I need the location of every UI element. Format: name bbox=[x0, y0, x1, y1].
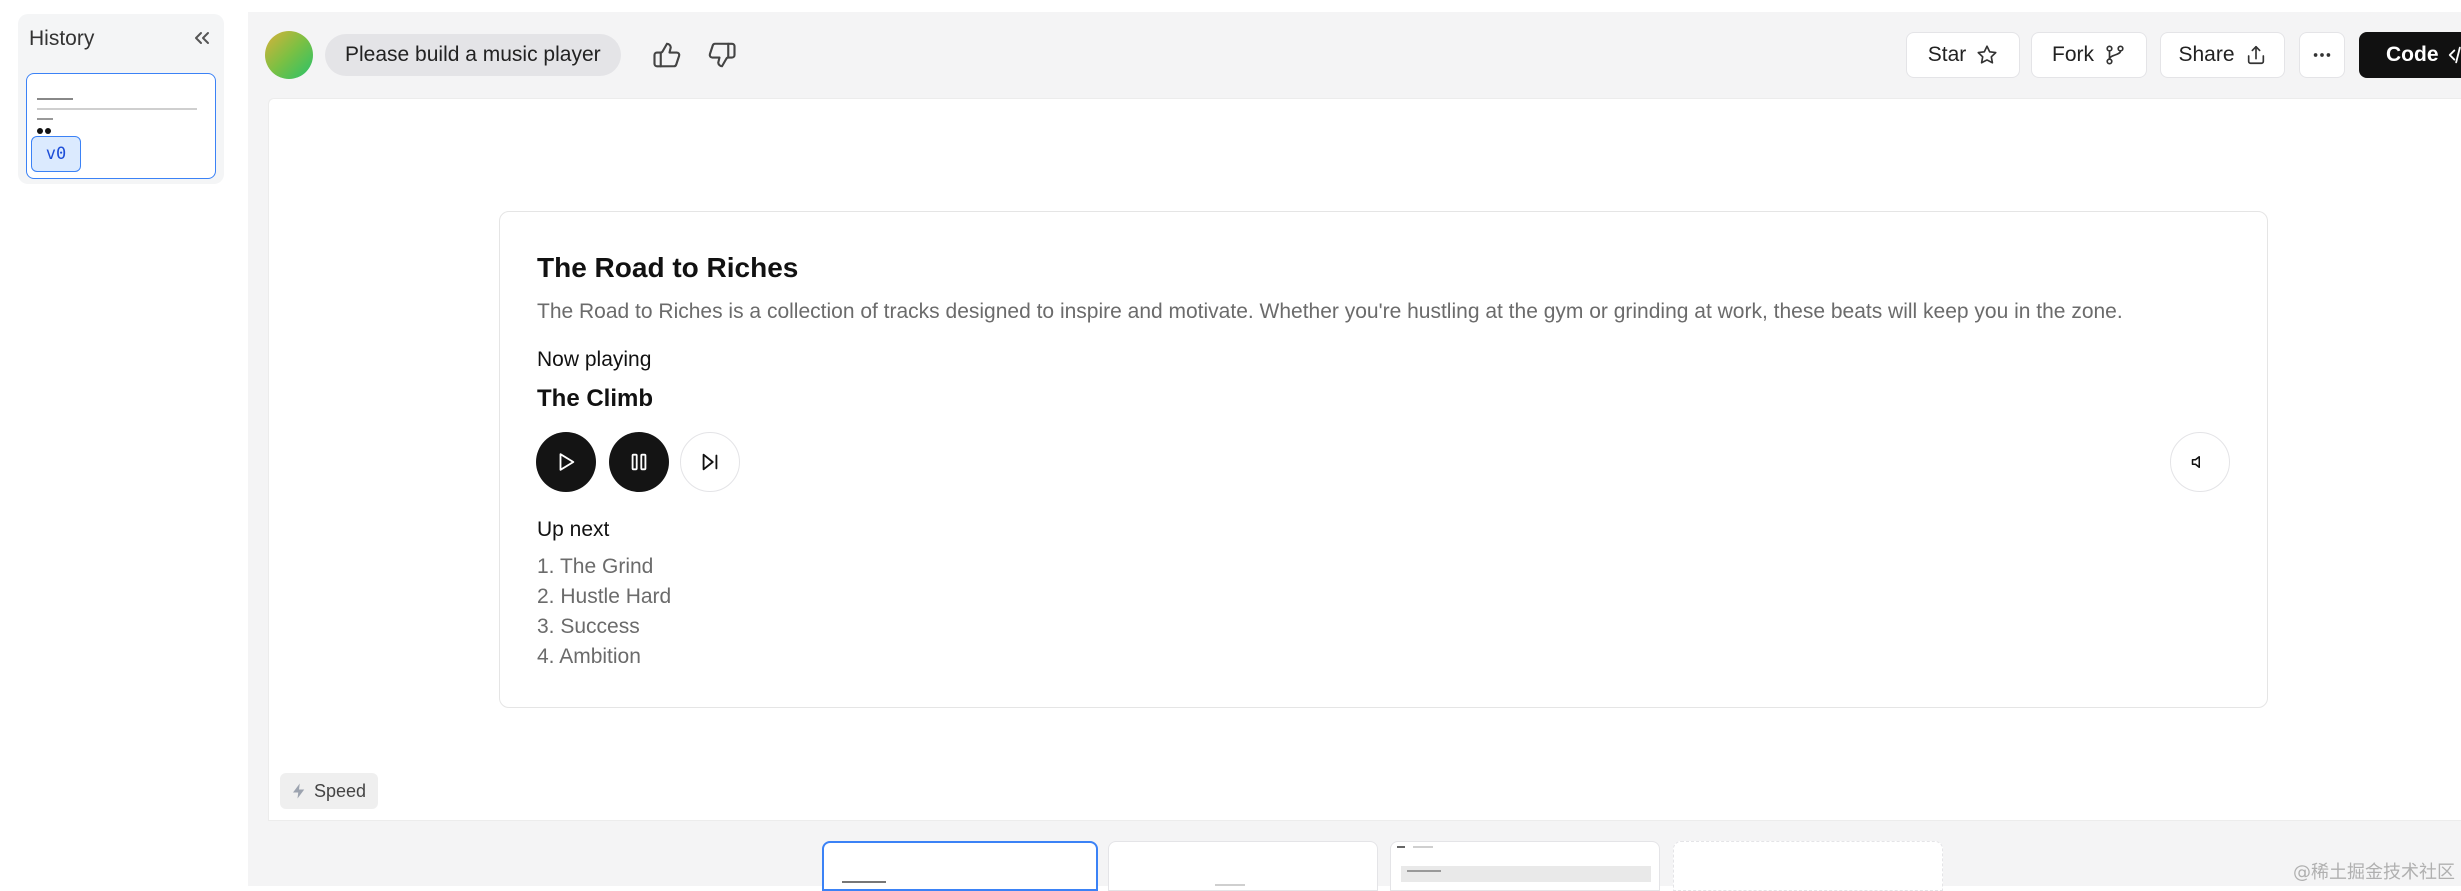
skip-forward-button[interactable] bbox=[680, 432, 740, 492]
star-label: Star bbox=[1928, 43, 1967, 67]
up-next-list: 1. The Grind 2. Hustle Hard 3. Success 4… bbox=[537, 552, 671, 672]
current-track-title: The Climb bbox=[537, 385, 653, 413]
speed-label: Speed bbox=[314, 781, 366, 802]
star-button[interactable]: Star bbox=[1906, 32, 2020, 78]
version-badge[interactable]: v0 bbox=[31, 136, 81, 172]
volume-icon bbox=[2191, 453, 2209, 471]
code-label: Code bbox=[2386, 43, 2439, 67]
avatar[interactable] bbox=[265, 31, 313, 79]
history-title: History bbox=[29, 27, 94, 51]
album-description: The Road to Riches is a collection of tr… bbox=[537, 300, 2123, 324]
preview-thumbnail[interactable] bbox=[1673, 841, 1943, 891]
volume-button[interactable] bbox=[2170, 432, 2230, 492]
music-player-card bbox=[499, 211, 2268, 708]
preview-thumbnail[interactable] bbox=[822, 841, 1098, 891]
queue-item[interactable]: 2. Hustle Hard bbox=[537, 582, 671, 612]
play-icon bbox=[555, 451, 577, 473]
queue-item[interactable]: 3. Success bbox=[537, 612, 671, 642]
share-label: Share bbox=[2178, 43, 2234, 67]
queue-item[interactable]: 4. Ambition bbox=[537, 642, 671, 672]
prompt-message: Please build a music player bbox=[325, 34, 621, 76]
thumbs-down-icon[interactable] bbox=[707, 40, 737, 70]
skip-forward-icon bbox=[699, 451, 721, 473]
album-title: The Road to Riches bbox=[537, 252, 798, 284]
up-next-label: Up next bbox=[537, 518, 609, 542]
git-fork-icon bbox=[2104, 44, 2126, 66]
watermark: @稀土掘金技术社区 bbox=[2293, 858, 2455, 884]
fork-button[interactable]: Fork bbox=[2031, 32, 2147, 78]
preview-thumbnail[interactable] bbox=[1390, 841, 1660, 891]
fork-label: Fork bbox=[2052, 43, 2094, 67]
play-button[interactable] bbox=[536, 432, 596, 492]
queue-item[interactable]: 1. The Grind bbox=[537, 552, 671, 582]
lightning-icon bbox=[290, 782, 308, 800]
code-icon bbox=[2447, 44, 2461, 66]
more-options-button[interactable] bbox=[2299, 32, 2345, 78]
now-playing-label: Now playing bbox=[537, 348, 651, 372]
share-button[interactable]: Share bbox=[2160, 32, 2285, 78]
speed-button[interactable]: Speed bbox=[280, 773, 378, 809]
pause-button[interactable] bbox=[609, 432, 669, 492]
pause-icon bbox=[628, 451, 650, 473]
more-icon bbox=[2311, 44, 2333, 66]
preview-thumbnail[interactable] bbox=[1108, 841, 1378, 891]
thumbs-up-icon[interactable] bbox=[652, 40, 682, 70]
collapse-sidebar-icon[interactable] bbox=[190, 26, 214, 50]
star-icon bbox=[1976, 44, 1998, 66]
code-button[interactable]: Code bbox=[2359, 32, 2461, 78]
history-sidebar: History v0 bbox=[0, 0, 248, 886]
share-icon bbox=[2245, 44, 2267, 66]
